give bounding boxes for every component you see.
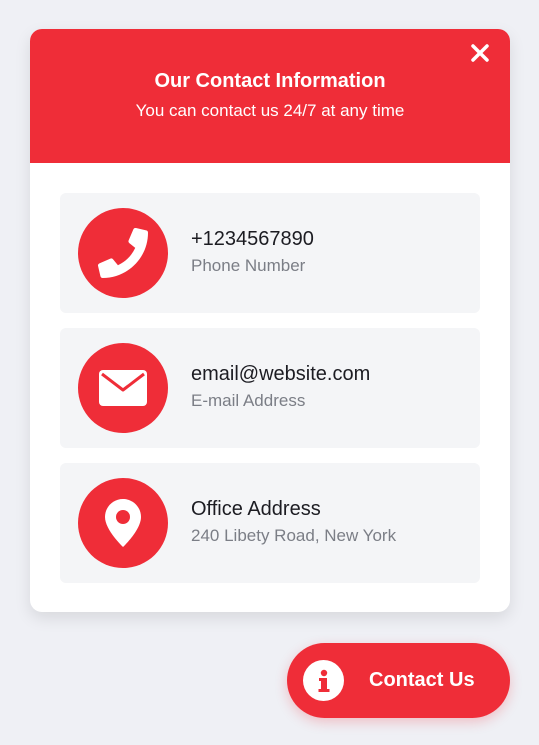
envelope-icon-circle	[78, 343, 168, 433]
envelope-icon	[99, 370, 147, 406]
info-icon	[318, 669, 329, 692]
phone-label: Phone Number	[191, 256, 306, 275]
contact-us-label: Contact Us	[369, 669, 475, 691]
contact-info-panel: Our Contact Information You can contact …	[30, 29, 510, 612]
panel-subtitle: You can contact us 24/7 at any time	[135, 101, 405, 120]
address-card[interactable]: Office Address 240 Libety Road, New York	[60, 463, 480, 583]
panel-header: Our Contact Information You can contact …	[30, 29, 510, 163]
office-address-title: Office Address	[191, 498, 321, 520]
office-address-text: 240 Libety Road, New York	[191, 526, 397, 545]
phone-number[interactable]: +1234567890	[191, 228, 314, 251]
map-pin-icon	[105, 499, 141, 547]
close-button[interactable]	[468, 41, 492, 65]
info-icon-circle	[303, 660, 344, 701]
close-icon	[471, 44, 489, 62]
map-pin-icon-circle	[78, 478, 168, 568]
email-label: E-mail Address	[191, 391, 306, 410]
phone-card[interactable]: +1234567890 Phone Number	[60, 193, 480, 313]
phone-icon	[98, 228, 148, 278]
email-card[interactable]: email@website.com E-mail Address	[60, 328, 480, 448]
contact-us-button[interactable]: Contact Us	[287, 643, 510, 718]
email-address[interactable]: email@website.com	[191, 363, 370, 386]
panel-title: Our Contact Information	[154, 70, 386, 92]
phone-icon-circle	[78, 208, 168, 298]
